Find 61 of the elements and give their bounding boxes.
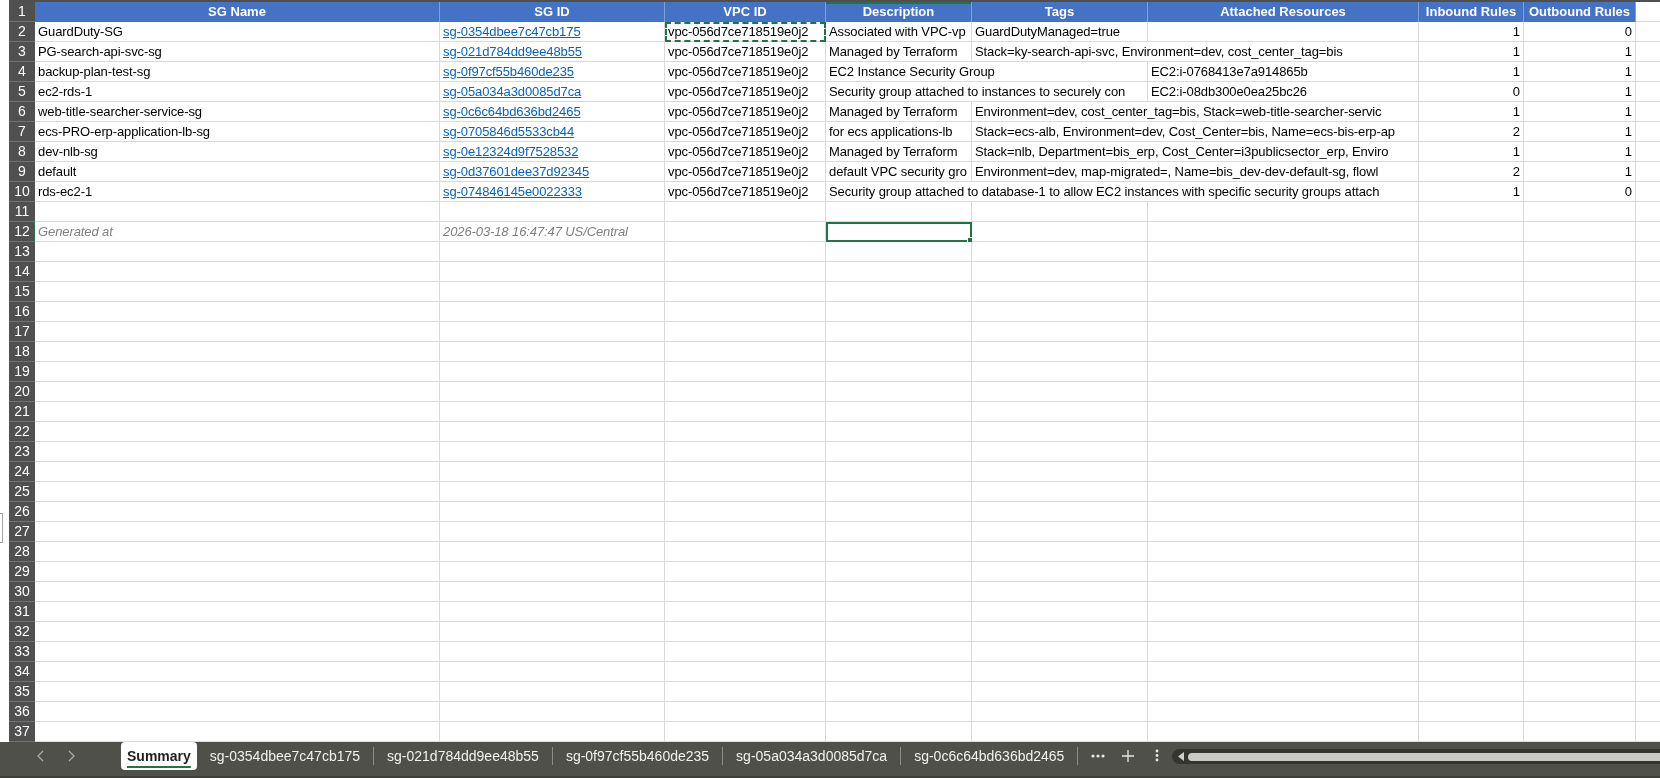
- row-number: 4: [9, 62, 35, 82]
- row-number: 21: [9, 402, 35, 422]
- table-cell: vpc-056d7ce718519e0j2: [665, 22, 826, 42]
- row-number: 16: [9, 302, 35, 322]
- row-number: 23: [9, 442, 35, 462]
- column-header: SG ID: [440, 2, 665, 22]
- sheet-tab[interactable]: sg-0354dbee7c47cb175: [196, 742, 374, 770]
- row-number: 32: [9, 622, 35, 642]
- row-number: 35: [9, 682, 35, 702]
- row-number: 34: [9, 662, 35, 682]
- scrollbar-thumb[interactable]: [1188, 752, 1660, 761]
- row-number: 37: [9, 722, 35, 742]
- sheet-tab[interactable]: sg-021d784dd9ee48b55: [374, 742, 552, 770]
- chevron-right-icon[interactable]: [68, 750, 75, 762]
- vertical-dots-icon[interactable]: [1155, 749, 1160, 762]
- row-number: 17: [9, 322, 35, 342]
- row-number: 11: [9, 202, 35, 222]
- row-number: 20: [9, 382, 35, 402]
- splitter-handle[interactable]: [0, 513, 3, 543]
- row-number: 3: [9, 42, 35, 62]
- plus-icon[interactable]: [1122, 750, 1135, 762]
- row-number: 27: [9, 522, 35, 542]
- sheet-tab[interactable]: Summary: [121, 742, 197, 770]
- row-number: 31: [9, 602, 35, 622]
- row-number: 2: [9, 22, 35, 42]
- row-number: 30: [9, 582, 35, 602]
- row-number: 6: [9, 102, 35, 122]
- row-number: 9: [9, 162, 35, 182]
- row-number: 13: [9, 242, 35, 262]
- row-number: 14: [9, 262, 35, 282]
- column-header: Attached Resources: [1148, 2, 1419, 22]
- row-number: 10: [9, 182, 35, 202]
- row-number: 22: [9, 422, 35, 442]
- column-header: VPC ID: [665, 2, 826, 22]
- column-header: SG Name: [35, 2, 440, 22]
- row-number: 1: [9, 2, 35, 22]
- column-header: Tags: [972, 2, 1148, 22]
- sheet-tab[interactable]: sg-05a034a3d0085d7ca: [723, 742, 901, 770]
- chevron-left-icon[interactable]: [37, 750, 44, 762]
- row-number: 18: [9, 342, 35, 362]
- row-number: 36: [9, 702, 35, 722]
- column-header: Description: [826, 2, 972, 22]
- row-number: 29: [9, 562, 35, 582]
- row-number: 33: [9, 642, 35, 662]
- row-number: 26: [9, 502, 35, 522]
- horizontal-scrollbar[interactable]: [1172, 749, 1660, 764]
- column-header: Outbound Rules: [1524, 2, 1636, 22]
- column-header: Inbound Rules: [1419, 2, 1524, 22]
- row-number: 19: [9, 362, 35, 382]
- row-number: 24: [9, 462, 35, 482]
- row-number: 5: [9, 82, 35, 102]
- sheet-tab[interactable]: sg-0f97cf55b460de235: [552, 742, 723, 770]
- sheet-tab[interactable]: sg-0c6c64bd636bd2465: [901, 742, 1078, 770]
- row-number: 7: [9, 122, 35, 142]
- row-number: 25: [9, 482, 35, 502]
- row-number: 28: [9, 542, 35, 562]
- row-number: 15: [9, 282, 35, 302]
- scroll-left-icon[interactable]: [1178, 752, 1185, 761]
- row-number: 8: [9, 142, 35, 162]
- more-icon[interactable]: [1091, 754, 1106, 758]
- row-number: 12: [9, 222, 35, 242]
